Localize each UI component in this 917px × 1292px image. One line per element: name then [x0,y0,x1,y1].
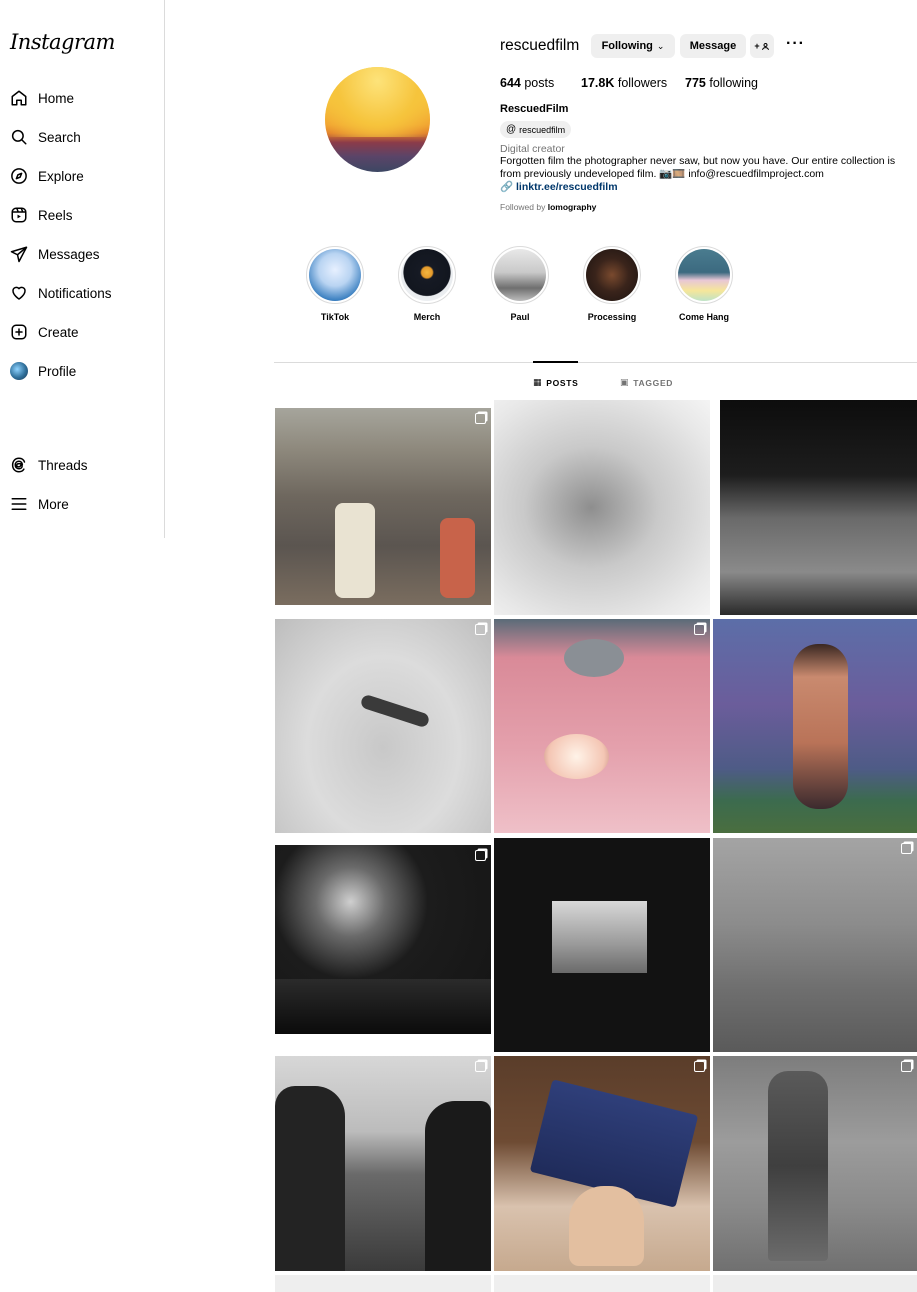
category-label: Digital creator [500,143,565,155]
add-user-icon [761,42,769,50]
highlight-come-hang[interactable]: Come Hang [674,246,734,322]
heart-icon [12,286,26,300]
instagram-logo[interactable]: Instagram [10,30,115,54]
tabs-divider [274,362,917,363]
post-tile-woman-bikini[interactable] [713,619,917,833]
sidebar-item-more[interactable]: More [10,489,69,519]
bio-link[interactable]: 🔗 linktr.ee/rescuedfilm [500,180,618,193]
post-tile-car-interior[interactable] [713,838,917,1052]
grid-icon: ▦ [533,377,543,387]
posts-count: 644 posts [500,76,555,90]
carousel-icon [901,843,912,854]
highlight-paul[interactable]: Paul [490,246,550,322]
following-button-label: Following [601,40,653,52]
carousel-icon [475,413,486,424]
profile-username: rescuedfilm [500,37,580,54]
sidebar-item-profile[interactable]: Profile [10,356,76,386]
threads-icon: @ [506,124,517,135]
sidebar-item-explore[interactable]: Explore [10,161,84,191]
threads-icon [11,457,26,473]
sidebar-item-label: Threads [38,457,88,473]
tagged-icon: ▣ [620,377,630,387]
more-options-button[interactable]: ··· [786,36,805,52]
sidebar-item-label: Profile [38,363,77,379]
highlight-label: Come Hang [678,312,729,322]
followers-count[interactable]: 17.8K followers [581,76,667,90]
post-tile[interactable] [275,1275,491,1292]
sidebar-item-search[interactable]: Search [10,122,81,152]
sidebar-item-threads[interactable]: Threads [10,450,88,480]
post-tile-fireworks[interactable] [275,845,491,1034]
compass-icon [11,168,27,184]
threads-badge[interactable]: @ rescuedfilm [500,121,572,138]
add-user-button[interactable]: + [750,34,774,58]
highlight-merch[interactable]: Merch [397,246,457,322]
sidebar-item-create[interactable]: Create [10,317,79,347]
highlight-processing[interactable]: Processing [582,246,642,322]
highlight-cover [401,249,453,301]
link-icon: 🔗 [500,181,514,193]
message-button[interactable]: Message [680,34,746,58]
highlight-cover [586,249,638,301]
followed-by[interactable]: Followed by lomography [500,202,596,212]
post-tile[interactable] [713,1275,917,1292]
post-tile-dark-film[interactable] [720,400,917,615]
tab-tagged[interactable]: ▣ TAGGED [620,377,673,388]
post-tile[interactable] [494,1275,710,1292]
tab-posts[interactable]: ▦ POSTS [533,377,579,388]
sidebar-item-label: Explore [38,168,84,184]
post-tile-battleship[interactable] [494,1056,710,1271]
highlight-label: Processing [587,312,637,322]
carousel-icon [694,1061,705,1072]
sidebar-item-label: Search [38,129,81,145]
add-user-label: + [754,41,760,51]
highlight-label: TikTok [320,312,350,322]
reels-icon [11,207,27,223]
carousel-icon [475,624,486,635]
sidebar-item-label: Messages [38,246,100,262]
sidebar-item-label: Notifications [38,285,112,301]
sidebar-item-label: More [38,496,69,512]
profile-avatar[interactable] [325,67,430,172]
highlight-label: Paul [510,312,530,322]
home-icon [11,90,27,106]
sidebar-item-label: Home [38,90,75,106]
post-tile-birthday-cake[interactable] [494,619,710,833]
highlight-tiktok[interactable]: TikTok [305,246,365,322]
tab-active-indicator [533,361,578,363]
post-tile-standing-figure[interactable] [713,1056,917,1271]
threads-handle: rescuedfilm [519,124,566,135]
carousel-icon [475,850,486,861]
chevron-down-icon: ⌄ [656,40,665,51]
avatar [10,362,28,380]
sidebar-item-label: Create [38,324,79,340]
display-name: RescuedFilm [500,103,569,115]
search-icon [11,129,27,145]
highlight-cover [678,249,730,301]
following-count[interactable]: 775 following [685,76,758,90]
menu-icon [11,498,27,510]
highlight-cover [309,249,361,301]
post-tile-elephants[interactable] [275,408,491,605]
sidebar-item-home[interactable]: Home [10,83,74,113]
sidebar-item-reels[interactable]: Reels [10,200,73,230]
highlight-label: Merch [413,312,441,322]
sidebar-item-label: Reels [38,207,73,223]
post-tile-photo-in-frame[interactable] [494,838,710,1052]
sidebar-item-messages[interactable]: Messages [10,239,100,269]
post-tile-face[interactable] [494,400,710,615]
carousel-icon [901,1061,912,1072]
carousel-icon [694,624,705,635]
bio-text: Forgotten film the photographer never sa… [500,155,896,180]
sidebar: Instagram Home Search Explore Reels Mess… [0,0,165,538]
following-button[interactable]: Following ⌄ [591,34,675,58]
paper-plane-icon [10,246,28,263]
post-tile-soldiers[interactable] [275,1056,491,1271]
plus-square-icon [11,324,27,340]
post-tile-beach[interactable] [275,619,491,833]
carousel-icon [475,1061,486,1072]
sidebar-item-notifications[interactable]: Notifications [10,278,112,308]
highlight-cover [494,249,546,301]
